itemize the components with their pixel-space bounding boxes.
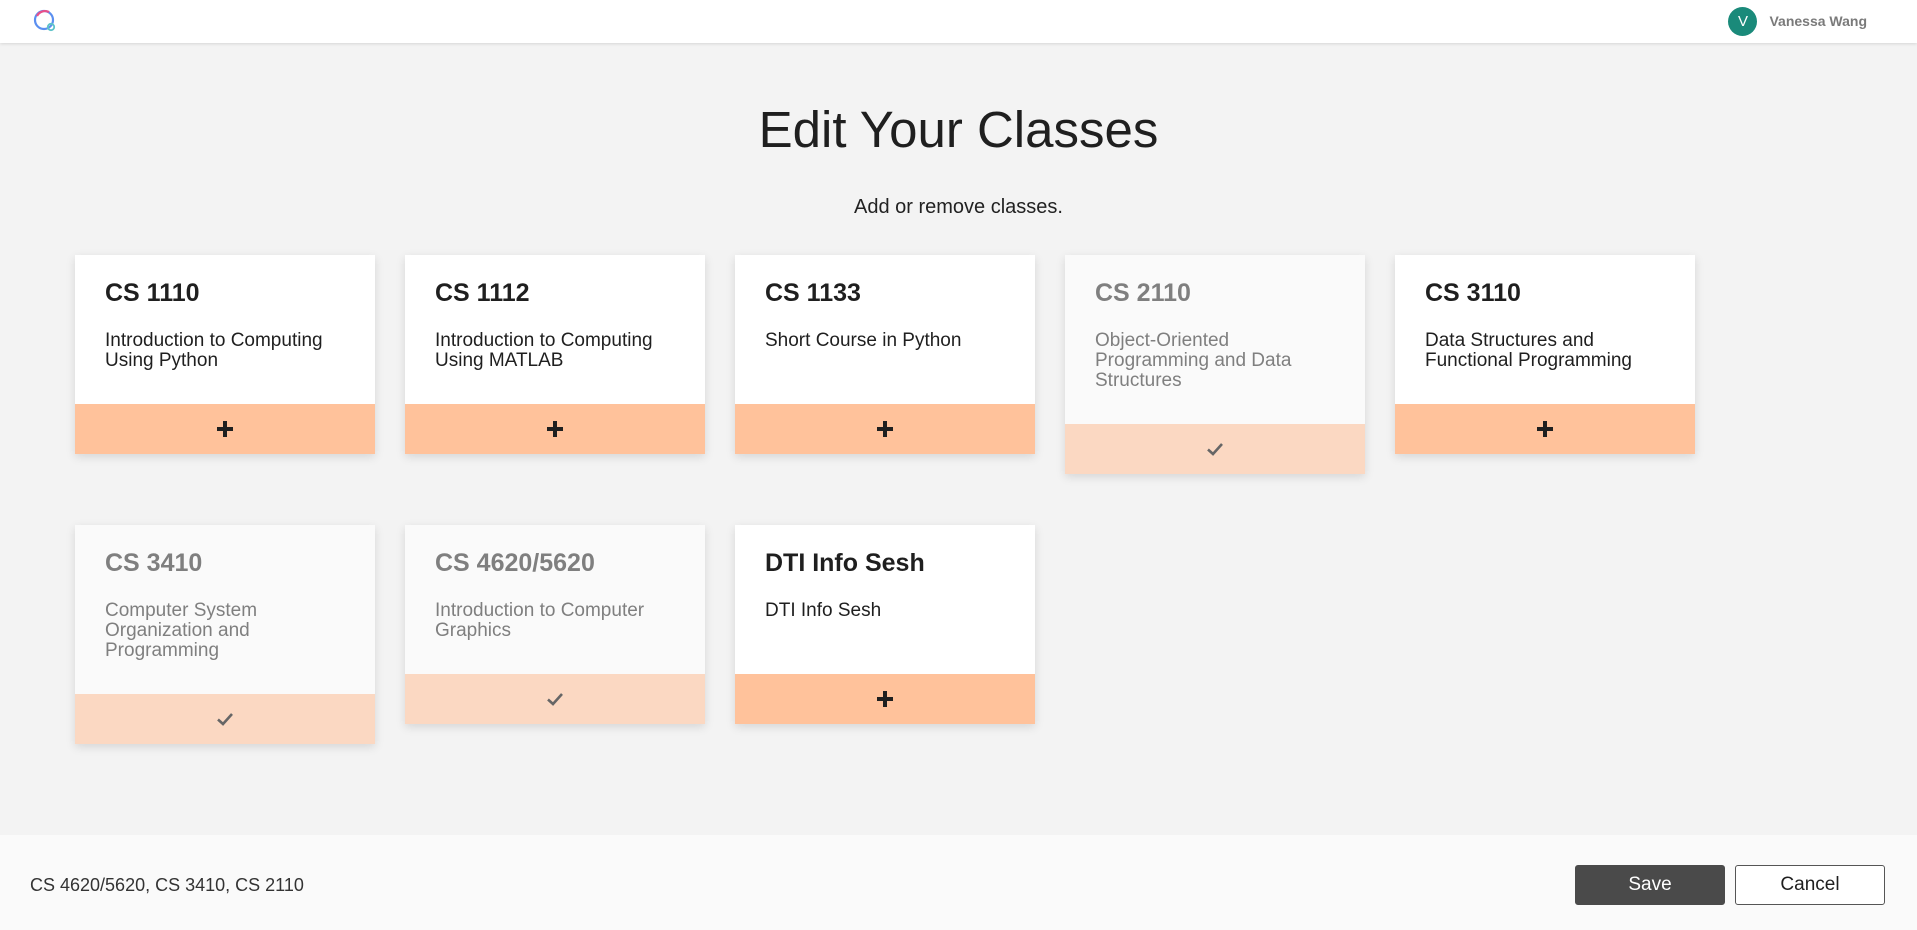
- add-class-button[interactable]: [735, 404, 1035, 454]
- plus-icon: [877, 421, 893, 437]
- check-icon: [547, 693, 563, 706]
- class-name: Introduction to Computer Graphics: [435, 600, 645, 641]
- save-button[interactable]: Save: [1575, 865, 1725, 905]
- class-name: Introduction to Computing Using MATLAB: [435, 330, 653, 371]
- check-icon: [217, 713, 233, 726]
- class-code: CS 1110: [105, 279, 200, 307]
- class-card-cs4620: CS 4620/5620 Introduction to Computer Gr…: [405, 525, 705, 724]
- class-card-cs2110: CS 2110 Object-Oriented Programming and …: [1065, 255, 1365, 474]
- add-class-button[interactable]: [1395, 404, 1695, 454]
- class-card-dti-info-sesh: DTI Info Sesh DTI Info Sesh: [735, 525, 1035, 724]
- class-name: Computer System Organization and Program…: [105, 600, 258, 661]
- add-class-button[interactable]: [75, 404, 375, 454]
- top-navbar: V Vanessa Wang: [0, 0, 1917, 43]
- class-name: Introduction to Computing Using Python: [105, 330, 323, 371]
- add-class-button[interactable]: [405, 404, 705, 454]
- class-name: DTI Info Sesh: [765, 600, 882, 621]
- selected-classes-summary: CS 4620/5620, CS 3410, CS 2110: [30, 875, 304, 895]
- class-code: DTI Info Sesh: [765, 549, 925, 577]
- check-icon: [1207, 443, 1223, 456]
- remove-class-button[interactable]: [405, 674, 705, 724]
- class-card-cs3110: CS 3110 Data Structures and Functional P…: [1395, 255, 1695, 454]
- class-name: Data Structures and Functional Programmi…: [1425, 330, 1632, 371]
- user-menu[interactable]: V Vanessa Wang: [1728, 5, 1867, 37]
- plus-icon: [877, 691, 893, 707]
- class-card-cs1112: CS 1112 Introduction to Computing Using …: [405, 255, 705, 454]
- page-title: Edit Your Classes: [758, 101, 1159, 158]
- plus-icon: [547, 421, 563, 437]
- remove-class-button[interactable]: [1065, 424, 1365, 474]
- class-card-cs3410: CS 3410 Computer System Organization and…: [75, 525, 375, 744]
- class-name: Short Course in Python: [765, 330, 962, 351]
- plus-icon: [1537, 421, 1553, 437]
- class-card-cs1133: CS 1133 Short Course in Python: [735, 255, 1035, 454]
- plus-icon: [217, 421, 233, 437]
- app-logo-icon[interactable]: [32, 8, 58, 34]
- cancel-button[interactable]: Cancel: [1735, 865, 1885, 905]
- class-card-cs1110: CS 1110 Introduction to Computing Using …: [75, 255, 375, 454]
- class-name: Object-Oriented Programming and Data Str…: [1095, 330, 1292, 391]
- page-subtitle: Add or remove classes.: [854, 196, 1063, 218]
- avatar[interactable]: V: [1728, 6, 1758, 36]
- footer-bar: CS 4620/5620, CS 3410, CS 2110 Save Canc…: [0, 835, 1917, 930]
- class-code: CS 3410: [105, 549, 203, 577]
- class-code: CS 4620/5620: [435, 549, 595, 577]
- class-code: CS 1112: [435, 279, 530, 307]
- class-code: CS 1133: [765, 279, 861, 307]
- add-class-button[interactable]: [735, 674, 1035, 724]
- user-name[interactable]: Vanessa Wang: [1769, 13, 1867, 29]
- class-code: CS 2110: [1095, 279, 1191, 307]
- class-code: CS 3110: [1425, 279, 1521, 307]
- remove-class-button[interactable]: [75, 694, 375, 744]
